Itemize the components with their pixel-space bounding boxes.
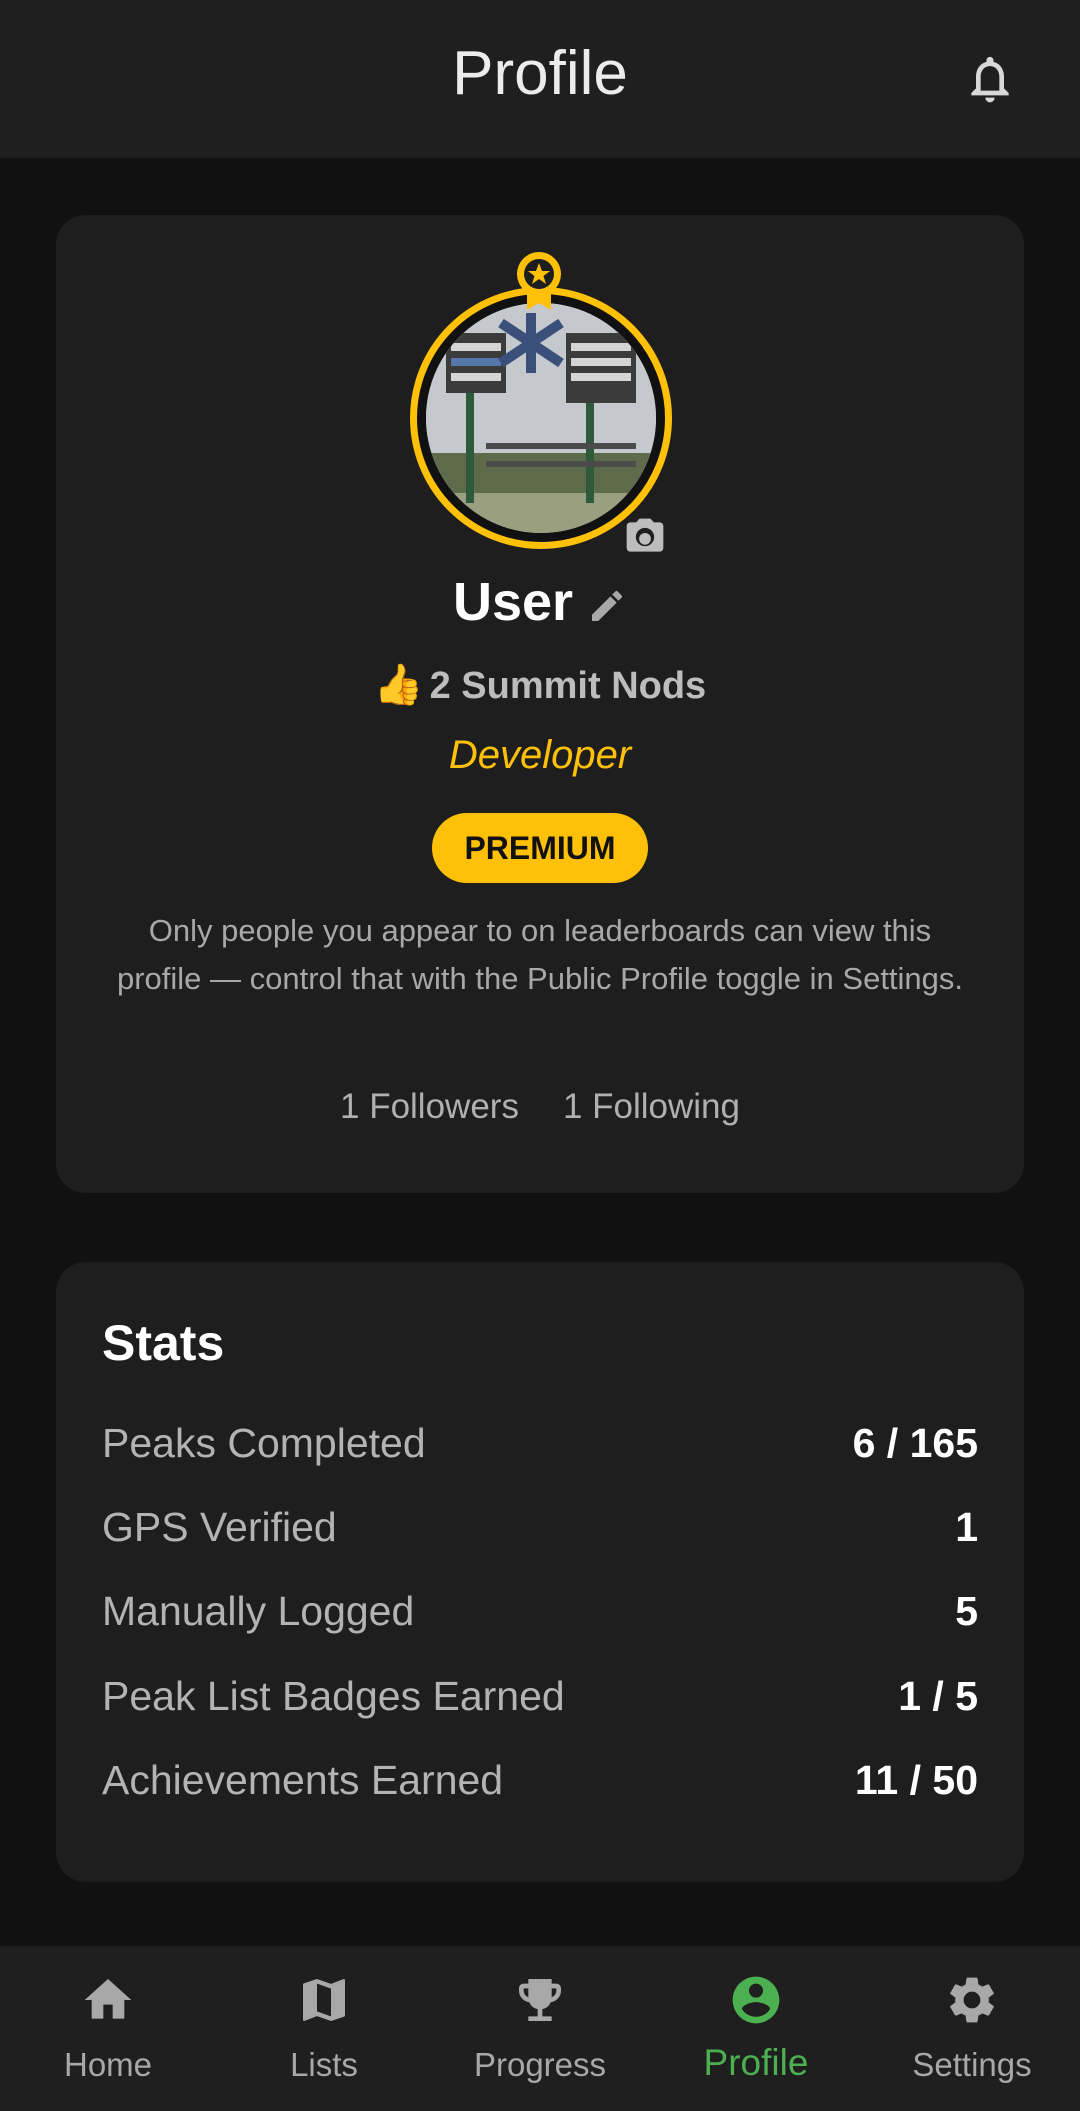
stat-row-gps-verified: GPS Verified 1 [102, 1504, 978, 1564]
avatar[interactable] [410, 250, 672, 552]
nav-label: Lists [290, 2046, 358, 2083]
stats-title: Stats [102, 1315, 225, 1371]
page-title: Profile [452, 39, 628, 108]
nav-settings[interactable]: Settings [864, 1946, 1080, 2111]
map-icon [303, 1979, 345, 2021]
stat-row-peak-list-badges: Peak List Badges Earned 1 / 5 [102, 1673, 978, 1733]
nav-label: Settings [912, 2046, 1032, 2083]
stat-label: Manually Logged [102, 1588, 415, 1634]
stat-label: Peaks Completed [102, 1420, 426, 1466]
camera-icon[interactable] [620, 515, 670, 559]
stat-row-peaks-completed: Peaks Completed 6 / 165 [102, 1420, 978, 1480]
home-icon [84, 1979, 132, 2019]
stat-label: Achievements Earned [102, 1757, 504, 1803]
stat-label: GPS Verified [102, 1504, 337, 1550]
bottom-navigation: Home Lists Progress Profile Settings [0, 1946, 1080, 2111]
stat-value: 11 / 50 [854, 1757, 978, 1803]
nav-home[interactable]: Home [0, 1946, 216, 2111]
stat-label: Peak List Badges Earned [102, 1673, 565, 1719]
premium-ring [410, 287, 672, 549]
nav-label: Progress [473, 2046, 607, 2083]
app-bar: Profile [0, 0, 1080, 158]
followers-link[interactable]: 1 Followers [340, 1087, 519, 1126]
stat-value: 5 [955, 1588, 978, 1634]
nav-label: Profile [703, 2042, 809, 2083]
thumbs-up-icon: 👍 [373, 663, 424, 707]
stat-value: 1 [955, 1504, 978, 1550]
stat-row-manually-logged: Manually Logged 5 [102, 1588, 978, 1648]
username: User [452, 572, 574, 632]
stat-value: 1 / 5 [898, 1673, 978, 1719]
nav-progress[interactable]: Progress [432, 1946, 648, 2111]
nav-profile[interactable]: Profile [648, 1946, 864, 2111]
nav-label: Home [63, 2046, 153, 2083]
premium-badge: PREMIUM [432, 813, 648, 883]
summit-nods-label: 2 Summit Nods [429, 665, 707, 707]
gear-icon [950, 1977, 994, 2023]
stat-row-achievements: Achievements Earned 11 / 50 [102, 1757, 978, 1817]
profile-photo [426, 303, 656, 533]
following-link[interactable]: 1 Following [563, 1087, 740, 1126]
edit-pencil-icon[interactable] [587, 586, 627, 626]
premium-medal-icon [517, 252, 561, 310]
profile-card: User 👍 2 Summit Nods Developer PREMIUM On… [56, 215, 1024, 1193]
bell-icon[interactable] [962, 48, 1018, 110]
user-role: Developer [448, 733, 632, 777]
username-row: User [56, 571, 1024, 633]
summit-nods[interactable]: 👍 2 Summit Nods [56, 661, 1024, 708]
stats-card: Stats Peaks Completed 6 / 165 GPS Verifi… [56, 1262, 1024, 1882]
trophy-icon [519, 1979, 561, 2021]
account-circle-icon [732, 1976, 780, 2024]
nav-lists[interactable]: Lists [216, 1946, 432, 2111]
privacy-note: Only people you appear to on leaderboard… [116, 913, 964, 996]
stat-value: 6 / 165 [852, 1420, 978, 1466]
follow-counts: 1 Followers 1 Following [56, 1087, 1024, 1127]
